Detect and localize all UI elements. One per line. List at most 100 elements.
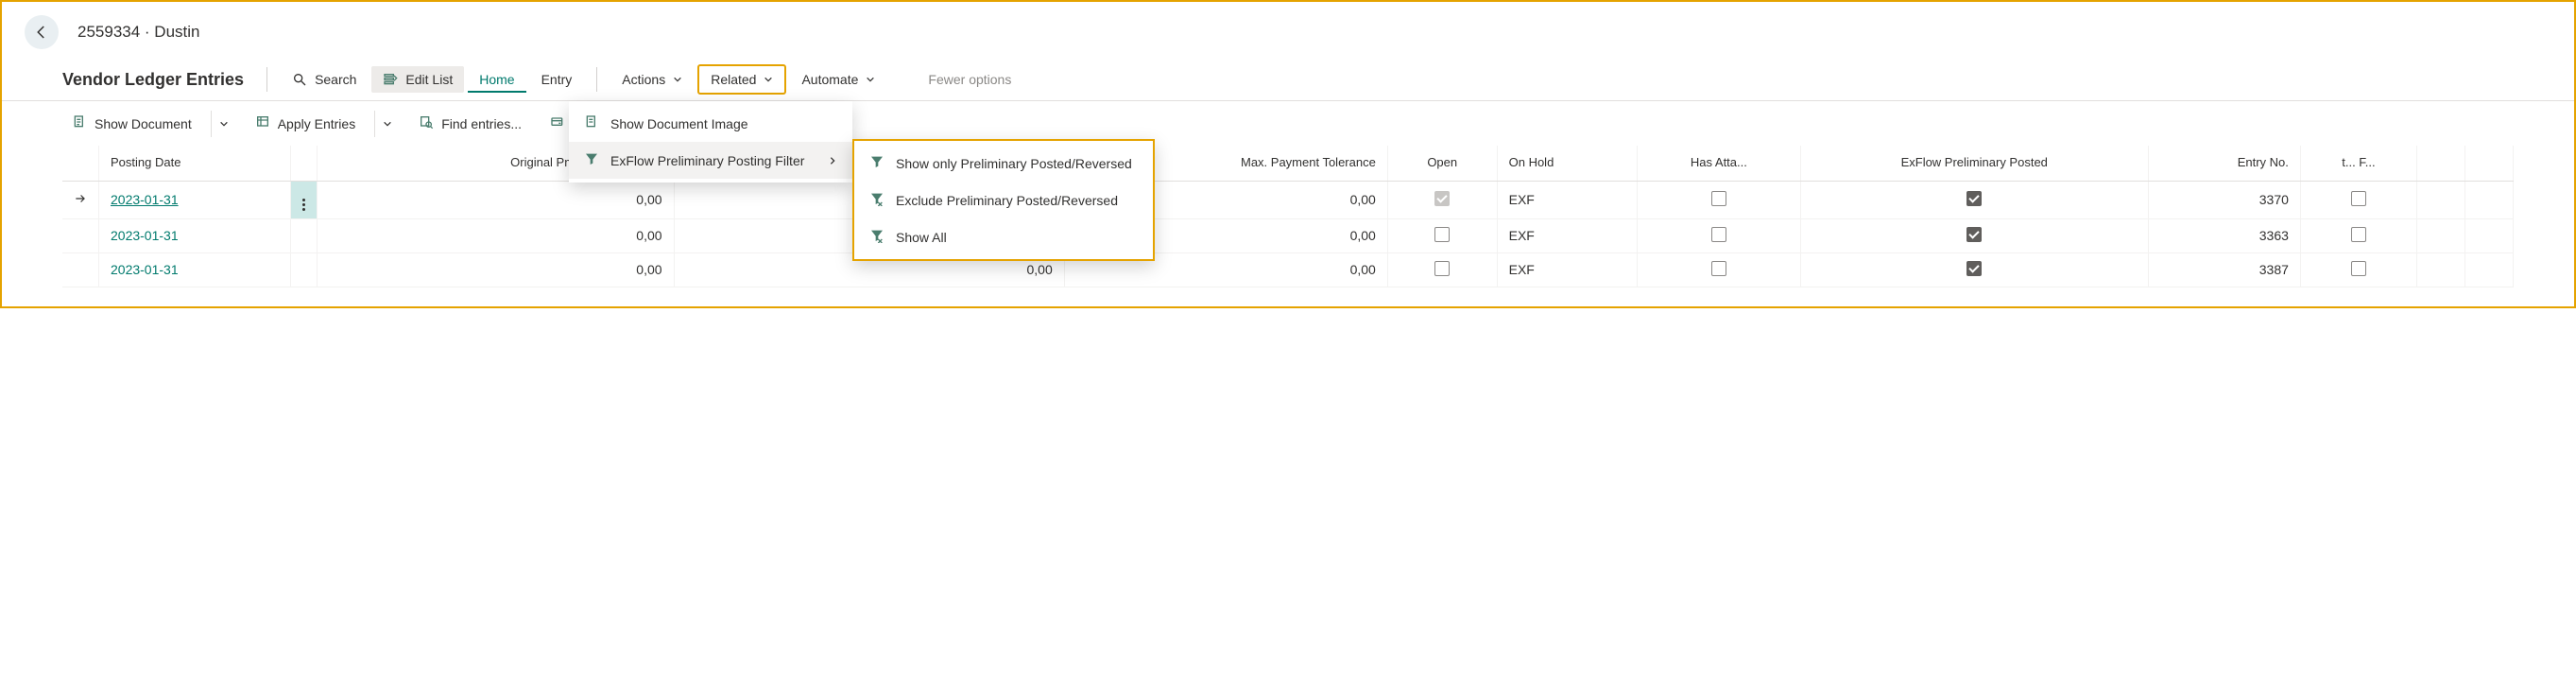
open-cell[interactable] [1387, 181, 1497, 218]
posting-date-cell[interactable]: 2023-01-31 [99, 252, 291, 287]
tr-cell[interactable] [2300, 252, 2416, 287]
row-menu-button[interactable] [290, 218, 317, 252]
has-atta-checkbox[interactable] [1711, 261, 1726, 276]
entry-no-cell: 3387 [2148, 252, 2300, 287]
show-document-image-item[interactable]: Show Document Image [569, 105, 852, 142]
edit-list-button[interactable]: Edit List [371, 66, 464, 93]
extra-cell [2464, 252, 2513, 287]
fewer-options-label: Fewer options [928, 72, 1011, 87]
exclude-preliminary-item[interactable]: Exclude Preliminary Posted/Reversed [854, 182, 1153, 218]
document-image-icon [584, 114, 599, 132]
arrow-left-icon [33, 24, 50, 41]
exflow-posted-cell[interactable] [1800, 218, 2148, 252]
entry-no-cell: 3370 [2148, 181, 2300, 218]
chevron-down-icon [866, 75, 875, 84]
extra-cell [2464, 218, 2513, 252]
divider [596, 67, 597, 92]
open-cell[interactable] [1387, 252, 1497, 287]
on-hold-cell: EXF [1497, 218, 1637, 252]
posting-date-cell[interactable]: 2023-01-31 [99, 181, 291, 218]
show-document-image-label: Show Document Image [610, 116, 748, 131]
posting-date-cell[interactable]: 2023-01-31 [99, 218, 291, 252]
funnel-x-icon [869, 191, 884, 209]
related-dropdown: Show Document Image ExFlow Preliminary P… [569, 101, 852, 183]
actions-label: Actions [622, 72, 665, 87]
actions-menu[interactable]: Actions [610, 66, 694, 93]
automate-menu[interactable]: Automate [790, 66, 886, 93]
edit-list-icon [383, 72, 398, 87]
table-row[interactable]: 2023-01-310,000,000,00EXF3370 [62, 181, 2514, 218]
open-checkbox[interactable] [1434, 261, 1450, 276]
has-atta-cell[interactable] [1637, 252, 1800, 287]
tr-checkbox[interactable] [2351, 261, 2366, 276]
entry-label: Entry [541, 72, 573, 87]
header-posting-date[interactable]: Posting Date [99, 146, 291, 181]
chevron-down-icon [383, 119, 392, 129]
exflow-filter-item[interactable]: ExFlow Preliminary Posting Filter [569, 142, 852, 179]
row-indicator [62, 181, 99, 218]
table-row[interactable]: 2023-01-310,000,000,00EXF3363 [62, 218, 2514, 252]
has-atta-cell[interactable] [1637, 218, 1800, 252]
open-checkbox[interactable] [1434, 227, 1450, 242]
has-atta-checkbox[interactable] [1711, 191, 1726, 206]
open-checkbox [1434, 191, 1450, 206]
tr-checkbox[interactable] [2351, 227, 2366, 242]
header-exflow-posted[interactable]: ExFlow Preliminary Posted [1800, 146, 2148, 181]
chevron-down-icon [673, 75, 682, 84]
has-atta-cell[interactable] [1637, 181, 1800, 218]
exflow-checkbox[interactable] [1966, 261, 1982, 276]
exflow-posted-cell[interactable] [1800, 181, 2148, 218]
entry-tab[interactable]: Entry [530, 66, 584, 93]
apply-entries-button[interactable]: Apply Entries [246, 109, 365, 138]
exflow-checkbox[interactable] [1966, 191, 1982, 206]
header-on-hold[interactable]: On Hold [1497, 146, 1637, 181]
exflow-checkbox[interactable] [1966, 227, 1982, 242]
search-button[interactable]: Search [281, 66, 368, 93]
row-indicator [62, 218, 99, 252]
chevron-down-icon [219, 119, 229, 129]
related-menu[interactable]: Related [697, 64, 786, 95]
fewer-options-button[interactable]: Fewer options [917, 66, 1022, 93]
row-indicator [62, 252, 99, 287]
header-blank2 [290, 146, 317, 181]
show-only-preliminary-item[interactable]: Show only Preliminary Posted/Reversed [854, 145, 1153, 182]
find-entries-label: Find entries... [441, 116, 522, 131]
extra-cell [2464, 181, 2513, 218]
tr-cell[interactable] [2300, 181, 2416, 218]
tr-checkbox[interactable] [2351, 191, 2366, 206]
tr-cell[interactable] [2300, 218, 2416, 252]
header-entry-no[interactable]: Entry No. [2148, 146, 2300, 181]
funnel-icon [869, 154, 884, 172]
orig-cell: 0,00 [317, 218, 674, 252]
exflow-posted-cell[interactable] [1800, 252, 2148, 287]
vertical-dots-icon [302, 199, 305, 211]
show-document-label: Show Document [94, 116, 192, 131]
search-icon [292, 72, 307, 87]
orig-cell: 0,00 [317, 181, 674, 218]
home-tab[interactable]: Home [468, 66, 525, 93]
document-icon [72, 114, 87, 132]
table-row[interactable]: 2023-01-310,000,000,00EXF3387 [62, 252, 2514, 287]
on-hold-cell: EXF [1497, 252, 1637, 287]
header-blank [62, 146, 99, 181]
exclude-label: Exclude Preliminary Posted/Reversed [896, 193, 1118, 208]
funnel-icon [584, 151, 599, 169]
row-menu-button[interactable] [290, 181, 317, 218]
apply-entries-split[interactable] [374, 111, 400, 137]
header-extra1 [2417, 146, 2465, 181]
show-all-item[interactable]: Show All [854, 218, 1153, 255]
has-atta-checkbox[interactable] [1711, 227, 1726, 242]
arrow-right-icon [74, 192, 87, 205]
show-document-button[interactable]: Show Document [62, 109, 201, 138]
back-button[interactable] [25, 15, 59, 49]
open-cell[interactable] [1387, 218, 1497, 252]
apply-entries-label: Apply Entries [278, 116, 355, 131]
show-document-split[interactable] [211, 111, 236, 137]
find-entries-button[interactable]: Find entries... [409, 109, 531, 138]
header-has-atta[interactable]: Has Atta... [1637, 146, 1800, 181]
chevron-right-icon [828, 153, 837, 168]
row-menu-button[interactable] [290, 252, 317, 287]
create-payment-icon [550, 114, 565, 132]
header-open[interactable]: Open [1387, 146, 1497, 181]
header-tr[interactable]: t... F... [2300, 146, 2416, 181]
